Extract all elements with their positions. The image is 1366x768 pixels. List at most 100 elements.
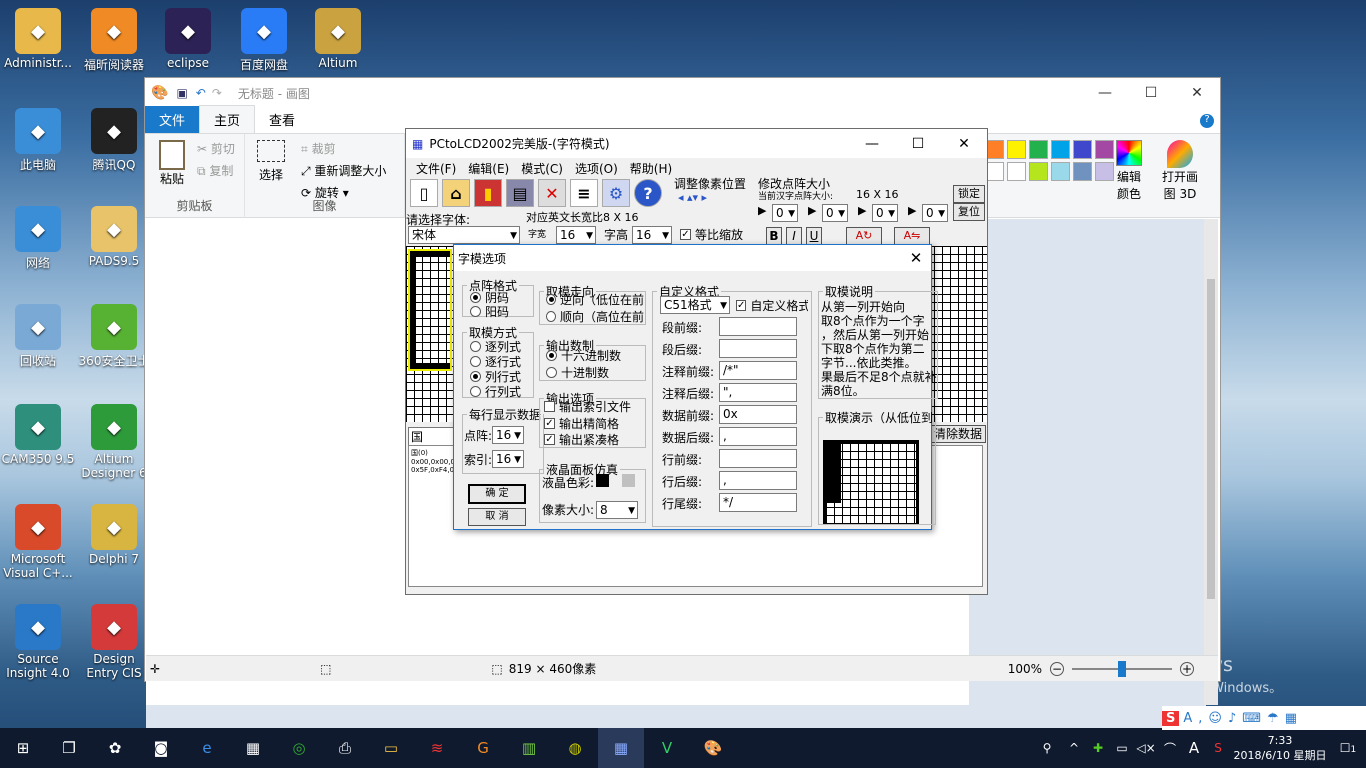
radio-reverse[interactable]: 逆向（低位在前 [546,291,644,308]
pinned-explorer-icon[interactable]: ▭ [368,728,414,768]
start-button[interactable]: ⊞ [0,728,46,768]
select-button[interactable]: 选择 [257,140,285,183]
ime-skin-icon[interactable]: ☂ [1267,711,1279,726]
dot-spinner[interactable]: 0 [922,204,948,222]
custom-field-input[interactable] [719,339,797,358]
close-button[interactable]: ✕ [1174,85,1220,101]
palette-swatch[interactable] [1051,162,1070,181]
restore-button[interactable]: 复位 [953,203,985,221]
document-icon[interactable]: ≡ [570,179,598,207]
desktop-icon[interactable]: ◆ Delphi 7 [76,504,152,566]
zoom-out-button[interactable]: − [1050,661,1064,676]
custom-field-input[interactable]: ", [719,383,797,402]
vertical-scrollbar[interactable] [1204,219,1218,705]
new-file-icon[interactable]: ▯ [410,179,438,207]
help-icon[interactable]: ? [1200,114,1214,128]
menu-options[interactable]: 选项(O) [569,160,624,177]
custom-field-input[interactable] [719,449,797,468]
bold-button[interactable]: B [766,227,782,245]
tray-battery-icon[interactable]: ▭ [1110,741,1134,755]
radio-positive-code[interactable]: 阳码 [470,303,509,320]
output-tight-checkbox[interactable]: ✓ 输出紧凑格 [544,431,619,448]
desktop-icon[interactable]: ◆ 回收站 [0,304,76,369]
palette-swatch[interactable] [1073,140,1092,159]
tray-chevron-icon[interactable]: ^ [1062,741,1086,755]
pinned-app-icon[interactable]: ◍ [552,728,598,768]
tray-360-icon[interactable]: ✚ [1086,741,1110,755]
spinner-arrow-icon[interactable]: ▶ [908,204,916,217]
help-circle-icon[interactable]: ? [634,179,662,207]
resize-button[interactable]: ⤢ 重新调整大小 [301,162,386,179]
undo-icon[interactable]: ↶ [196,86,206,100]
desktop-icon[interactable]: ◆ 福昕阅读器 [76,8,152,73]
equal-scale-checkbox[interactable]: ✓ 等比缩放 [680,226,743,243]
palette-swatch[interactable] [1029,162,1048,181]
spinner-arrow-icon[interactable]: ▶ [858,204,866,217]
radio-forward[interactable]: 顺向（高位在前 [546,308,644,325]
menu-mode[interactable]: 模式(C) [515,160,569,177]
palette-swatch[interactable] [1073,162,1092,181]
radio-decimal[interactable]: 十进制数 [546,364,609,381]
desktop-icon[interactable]: ◆ Microsoft Visual C+... [0,504,76,580]
pinned-calculator-icon[interactable]: ▦ [230,728,276,768]
pinned-foxit-icon[interactable]: G [460,728,506,768]
output-index-checkbox[interactable]: 输出索引文件 [544,398,631,415]
pinned-fan-app-icon[interactable]: ✿ [92,728,138,768]
pinned-chart-app-icon[interactable]: ▥ [506,728,552,768]
pinned-paint-icon[interactable]: 🎨 [690,728,736,768]
notification-button[interactable]: ☐1 [1330,741,1366,755]
pixel-arrow-pad[interactable]: ◂ ▴▾ ▸ [678,191,738,215]
tray-ime-label[interactable]: A [1182,739,1206,757]
edit-colors-button[interactable]: 编辑颜色 [1109,140,1149,202]
desktop-icon[interactable]: ◆ eclipse [150,8,226,70]
desktop-icon[interactable]: ◆ 360安全卫士 [76,304,152,369]
desktop-icon[interactable]: ◆ 腾讯QQ [76,108,152,173]
copy-button[interactable]: ⧉ 复制 [197,162,233,179]
desktop-icon[interactable]: ◆ CAM350 9.5 [0,404,76,466]
desktop-icon[interactable]: ◆ Administr... [0,8,76,70]
custom-field-input[interactable] [719,317,797,336]
cancel-button[interactable]: 取 消 [468,508,526,526]
mode-select[interactable]: 国 [408,427,454,446]
radio-row-column[interactable]: 行列式 [470,383,521,400]
lcd-background-swatch[interactable] [622,474,635,487]
palette-swatch[interactable] [1051,140,1070,159]
lock-button[interactable]: 锁定 [953,185,985,203]
dialog-close-icon[interactable]: ✕ [901,249,931,267]
rotate-font-icon[interactable]: A↻ [846,227,882,245]
desktop-icon[interactable]: ◆ Design Entry CIS [76,604,152,680]
sogou-logo-icon[interactable]: S [1162,710,1180,726]
custom-field-input[interactable]: , [719,471,797,490]
desktop-icon[interactable]: ◆ 网络 [0,206,76,271]
zoom-slider[interactable] [1072,660,1172,677]
per-line-dot-select[interactable]: 16 [492,426,524,444]
ime-punct-icon[interactable]: , [1198,711,1202,726]
pinned-pctolcd-icon[interactable]: ▦ [598,728,644,768]
spinner-arrow-icon[interactable]: ▶ [758,204,766,217]
custom-format-checkbox[interactable]: ✓ 自定义格式 [736,297,808,314]
ime-keyboard-icon[interactable]: ⌨ [1242,711,1261,726]
palette-swatch[interactable] [1029,140,1048,159]
task-view-icon[interactable]: ❐ [46,728,92,768]
tray-volume-icon[interactable]: ◁× [1134,741,1158,755]
pinned-printer-icon[interactable]: ⎙ [322,728,368,768]
people-icon[interactable]: ⚲ [1032,741,1062,755]
paint3d-button[interactable]: 打开画图 3D [1157,140,1203,202]
desktop-icon[interactable]: ◆ Altium Designer 6 [76,404,152,480]
menu-file[interactable]: 文件(F) [410,160,462,177]
per-line-index-select[interactable]: 16 [492,450,524,468]
menu-edit[interactable]: 编辑(E) [462,160,515,177]
cut-button[interactable]: ✂ 剪切 [197,140,235,157]
tray-wifi-icon[interactable]: ⌒ [1158,740,1182,757]
tab-view[interactable]: 查看 [255,106,309,133]
output-compact-checkbox[interactable]: ✓ 输出精简格 [544,415,619,432]
pinned-altium-icon[interactable]: ◎ [276,728,322,768]
mirror-font-icon[interactable]: A⇋ [894,227,930,245]
custom-field-input[interactable]: , [719,427,797,446]
clock[interactable]: 7:33 2018/6/10 星期日 [1230,733,1330,763]
width-select[interactable]: 16 [556,226,596,244]
maximize-button[interactable]: ☐ [1128,85,1174,101]
desktop-icon[interactable]: ◆ Altium [300,8,376,70]
tray-sogou-icon[interactable]: S [1206,741,1230,755]
radio-hex[interactable]: 十六进制数 [546,347,621,364]
